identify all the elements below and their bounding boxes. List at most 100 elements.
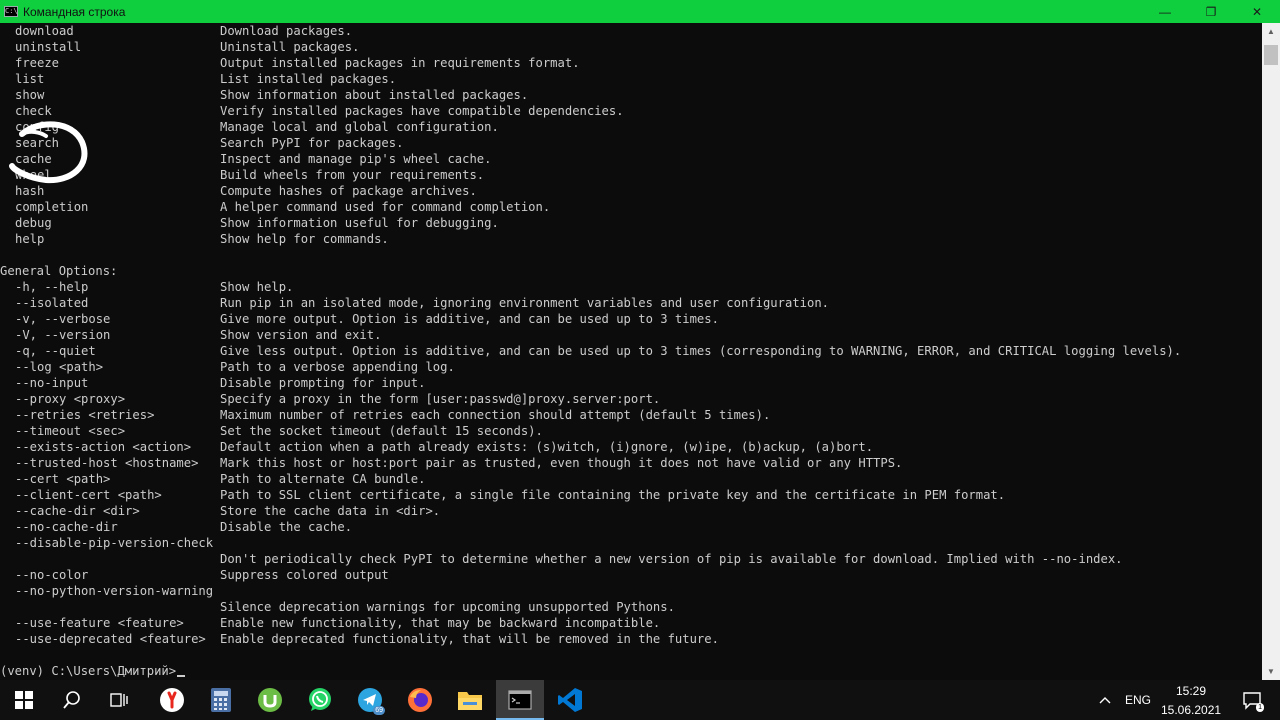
taskbar-calculator[interactable] [197,680,245,720]
command-description: Download packages. [220,24,353,38]
option-description: Disable the cache. [220,520,353,534]
option-name: -h, --help [15,280,89,294]
option-description: Mark this host or host:port pair as trus… [220,456,903,470]
vscode-icon [558,688,582,712]
console-output[interactable]: download Download packages. uninstall Unins… [0,23,1262,680]
option-row: --cert <path> Path to alternate CA bundle… [0,471,1262,487]
search-button[interactable] [48,680,96,720]
scroll-up-arrow-icon[interactable]: ▲ [1262,23,1280,40]
command-name: freeze [15,56,60,70]
command-name: uninstall [15,40,82,54]
taskbar-firefox[interactable] [396,680,444,720]
option-name: --no-color [15,568,89,582]
utorrent-icon [258,688,282,712]
command-description: List installed packages. [220,72,397,86]
option-row: --proxy <proxy> Specify a proxy in the fo… [0,391,1262,407]
taskbar-yandex-browser[interactable] [148,680,196,720]
option-row: --no-input Disable prompting for input. [0,375,1262,391]
whatsapp-icon [309,688,331,711]
option-name: --log <path> [15,360,104,374]
vertical-scrollbar[interactable]: ▲ ▼ [1262,23,1280,680]
start-button[interactable] [0,680,48,720]
taskbar-telegram[interactable]: 69 [346,680,394,720]
action-center-button[interactable]: 1 [1232,680,1272,720]
option-row: --client-cert <path> Path to SSL client c… [0,487,1262,503]
option-description: Store the cache data in <dir>. [220,504,441,518]
option-name: --trusted-host <hostname> [15,456,199,470]
option-name: --client-cert <path> [15,488,162,502]
command-name: show [15,88,45,102]
window-title: Командная строка [23,4,126,19]
command-description: Build wheels from your requirements. [220,168,485,182]
general-options-heading: General Options: [0,264,118,278]
command-name: download [15,24,74,38]
command-description: Search PyPI for packages. [220,136,404,150]
command-row: completion A helper command used for comm… [0,199,1262,215]
cmd-icon [508,690,532,710]
command-description: Uninstall packages. [220,40,360,54]
close-button[interactable]: ✕ [1234,0,1280,23]
clock-date[interactable]: 15.06.2021 [1161,703,1221,717]
option-description: Show version and exit. [220,328,382,342]
yandex-browser-icon [160,688,184,712]
command-description: Show information about installed package… [220,88,529,102]
command-row: wheel Build wheels from your requirements… [0,167,1262,183]
command-row: freeze Output installed packages in requi… [0,55,1262,71]
title-bar[interactable]: C:\ Командная строка — ❐ ✕ [0,0,1280,23]
minimize-button[interactable]: — [1142,0,1188,23]
clock-time[interactable]: 15:29 [1176,684,1206,698]
command-row: uninstall Uninstall packages. [0,39,1262,55]
command-description: Show help for commands. [220,232,389,246]
search-icon [63,691,80,709]
scrollbar-thumb[interactable] [1264,45,1278,65]
option-row: Silence deprecation warnings for upcomin… [0,599,1262,615]
taskbar-utorrent[interactable] [246,680,294,720]
command-name: list [15,72,45,86]
option-name: --no-input [15,376,89,390]
text-cursor [177,675,186,677]
show-hidden-icons-button[interactable] [1090,680,1120,720]
scroll-down-arrow-icon[interactable]: ▼ [1262,663,1280,680]
option-row: Don't periodically check PyPI to determi… [0,551,1262,567]
option-name: --use-feature <feature> [15,616,184,630]
taskbar-command-prompt[interactable] [496,680,544,720]
option-row: --no-color Suppress colored output [0,567,1262,583]
option-name: --exists-action <action> [15,440,192,454]
windows-logo-icon [15,691,33,709]
taskbar-vscode[interactable] [546,680,594,720]
command-name: completion [15,200,89,214]
taskbar-whatsapp[interactable] [296,680,344,720]
option-name: --no-cache-dir [15,520,118,534]
option-description: Show help. [220,280,294,294]
command-row: hash Compute hashes of package archives. [0,183,1262,199]
command-description: Manage local and global configuration. [220,120,499,134]
command-name: debug [15,216,52,230]
option-description: Suppress colored output [220,568,389,582]
option-description: Path to alternate CA bundle. [220,472,426,486]
option-name: --disable-pip-version-check [15,536,214,550]
option-row: --use-feature <feature> Enable new functi… [0,615,1262,631]
option-row: --cache-dir <dir> Store the cache data in… [0,503,1262,519]
command-prompt[interactable]: (venv) C:\Users\Дмитрий> [0,663,1262,679]
option-description: Give less output. Option is additive, an… [220,344,1182,358]
restore-button[interactable]: ❐ [1188,0,1234,23]
taskbar: 69 ENG 15:29 15.06.2021 1 [0,680,1280,720]
command-description: Show information useful for debugging. [220,216,499,230]
option-row: --exists-action <action> Default action w… [0,439,1262,455]
command-description: Compute hashes of package archives. [220,184,477,198]
option-name: --isolated [15,296,89,310]
taskbar-file-explorer[interactable] [446,680,494,720]
option-description: Disable prompting for input. [220,376,426,390]
input-language-indicator[interactable]: ENG [1125,693,1151,707]
command-row: search Search PyPI for packages. [0,135,1262,151]
option-name: -V, --version [15,328,111,342]
option-description: Path to a verbose appending log. [220,360,455,374]
option-description: Give more output. Option is additive, an… [220,312,719,326]
command-name: check [15,104,52,118]
task-view-button[interactable] [96,680,144,720]
option-row: --log <path> Path to a verbose appending … [0,359,1262,375]
freehand-circle-annotation [9,121,88,184]
option-description: Silence deprecation warnings for upcomin… [220,600,675,614]
option-description: Path to SSL client certificate, a single… [220,488,1006,502]
option-description: Specify a proxy in the form [user:passwd… [220,392,661,406]
